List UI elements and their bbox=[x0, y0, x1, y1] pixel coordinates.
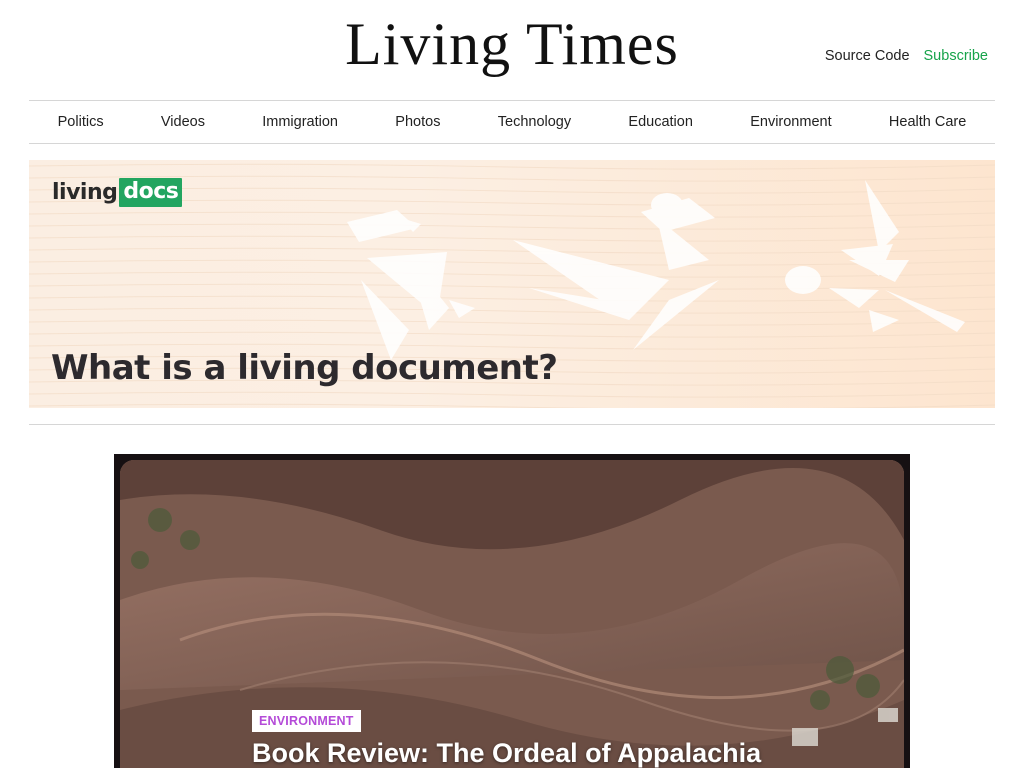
header-links: Source Code Subscribe bbox=[825, 48, 988, 64]
banner-headline[interactable]: What is a living document? bbox=[51, 348, 558, 388]
nav-item-health-care[interactable]: Health Care bbox=[889, 114, 966, 130]
featured-article[interactable] bbox=[114, 454, 910, 768]
promo-banner[interactable]: living docs What is a living document? bbox=[29, 160, 995, 408]
subscribe-link[interactable]: Subscribe bbox=[924, 48, 988, 64]
nav-item-technology[interactable]: Technology bbox=[498, 114, 571, 130]
nav-item-politics[interactable]: Politics bbox=[58, 114, 104, 130]
site-title[interactable]: Living Times bbox=[0, 8, 1024, 80]
masthead: Living Times Source Code Subscribe bbox=[0, 0, 1024, 100]
featured-article-title[interactable]: Book Review: The Ordeal of Appalachia bbox=[252, 738, 761, 768]
nav-item-environment[interactable]: Environment bbox=[750, 114, 831, 130]
main-nav: Politics Videos Immigration Photos Techn… bbox=[29, 100, 995, 144]
nav-item-education[interactable]: Education bbox=[628, 114, 693, 130]
mining-landscape-photo bbox=[120, 460, 904, 768]
logo-text-docs: docs bbox=[119, 178, 183, 207]
livingdocs-logo: living docs bbox=[52, 178, 183, 207]
page: Living Times Source Code Subscribe Polit… bbox=[0, 0, 1024, 768]
nav-item-videos[interactable]: Videos bbox=[161, 114, 205, 130]
nav-item-immigration[interactable]: Immigration bbox=[262, 114, 338, 130]
featured-article-image[interactable] bbox=[120, 460, 904, 768]
source-code-link[interactable]: Source Code bbox=[825, 48, 910, 64]
logo-text-living: living bbox=[52, 180, 118, 205]
section-divider bbox=[29, 424, 995, 425]
nav-item-photos[interactable]: Photos bbox=[395, 114, 440, 130]
category-badge[interactable]: ENVIRONMENT bbox=[252, 710, 361, 732]
